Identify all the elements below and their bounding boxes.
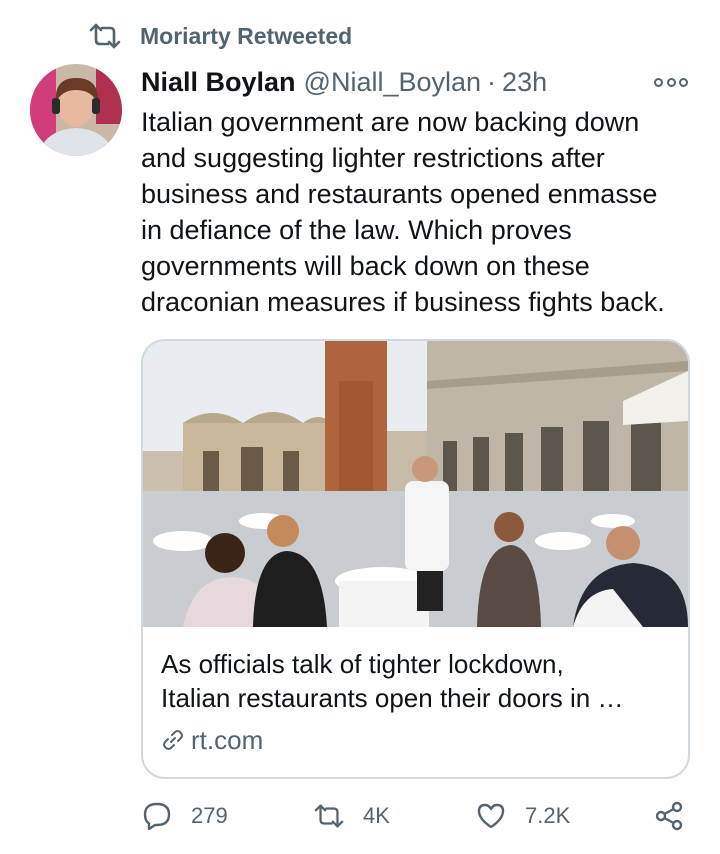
retweet-icon bbox=[314, 804, 344, 828]
like-button[interactable]: 7.2K bbox=[475, 796, 570, 836]
author-name[interactable]: Niall Boylan bbox=[141, 67, 296, 98]
separator: · bbox=[487, 66, 497, 97]
tweet-text-line: governments will back down on these bbox=[141, 251, 590, 281]
more-options-icon[interactable] bbox=[654, 72, 688, 92]
card-title: As officials talk of tighter lockdown, I… bbox=[161, 647, 681, 715]
link-card[interactable]: As officials talk of tighter lockdown, I… bbox=[141, 339, 690, 779]
retweet-banner[interactable]: Moriarty Retweeted bbox=[88, 20, 352, 52]
share-button[interactable] bbox=[653, 796, 685, 836]
tweet-actions: 279 4K 7.2K bbox=[141, 796, 701, 836]
tweet-time[interactable]: 23h bbox=[502, 67, 547, 98]
card-image[interactable] bbox=[143, 341, 688, 627]
like-count: 7.2K bbox=[525, 803, 571, 828]
avatar[interactable] bbox=[30, 64, 122, 156]
card-title-line: As officials talk of tighter lockdown, bbox=[161, 649, 564, 679]
piazza-photo bbox=[143, 341, 688, 627]
share-icon bbox=[655, 801, 683, 831]
retweet-icon bbox=[89, 23, 121, 49]
reply-button[interactable]: 279 bbox=[141, 796, 228, 836]
tweet-text-line: in defiance of the law. Which proves bbox=[141, 215, 572, 245]
retweet-button[interactable]: 4K bbox=[313, 796, 390, 836]
tweet-text-line: and suggesting lighter restrictions afte… bbox=[141, 143, 605, 173]
reply-count: 279 bbox=[191, 803, 228, 828]
retweet-count: 4K bbox=[363, 803, 390, 828]
avatar-image bbox=[30, 64, 122, 156]
tweet-text-line: business and restaurants opened enmasse bbox=[141, 179, 658, 209]
tweet-text-line: draconian measures if business fights ba… bbox=[141, 287, 665, 317]
tweet-text-line: Italian government are now backing down bbox=[141, 107, 640, 137]
reply-icon bbox=[143, 802, 171, 831]
link-icon bbox=[163, 730, 183, 750]
card-domain-label: rt.com bbox=[191, 724, 264, 755]
retweet-label: Moriarty Retweeted bbox=[140, 22, 353, 49]
tweet-text: Italian government are now backing down … bbox=[141, 104, 701, 320]
card-title-line: Italian restaurants open their doors in … bbox=[161, 683, 624, 713]
tweet-header: Niall Boylan @Niall_Boylan · 23h bbox=[141, 64, 691, 100]
card-domain[interactable]: rt.com bbox=[161, 723, 263, 757]
heart-icon bbox=[477, 803, 505, 829]
author-handle[interactable]: @Niall_Boylan bbox=[304, 67, 482, 98]
